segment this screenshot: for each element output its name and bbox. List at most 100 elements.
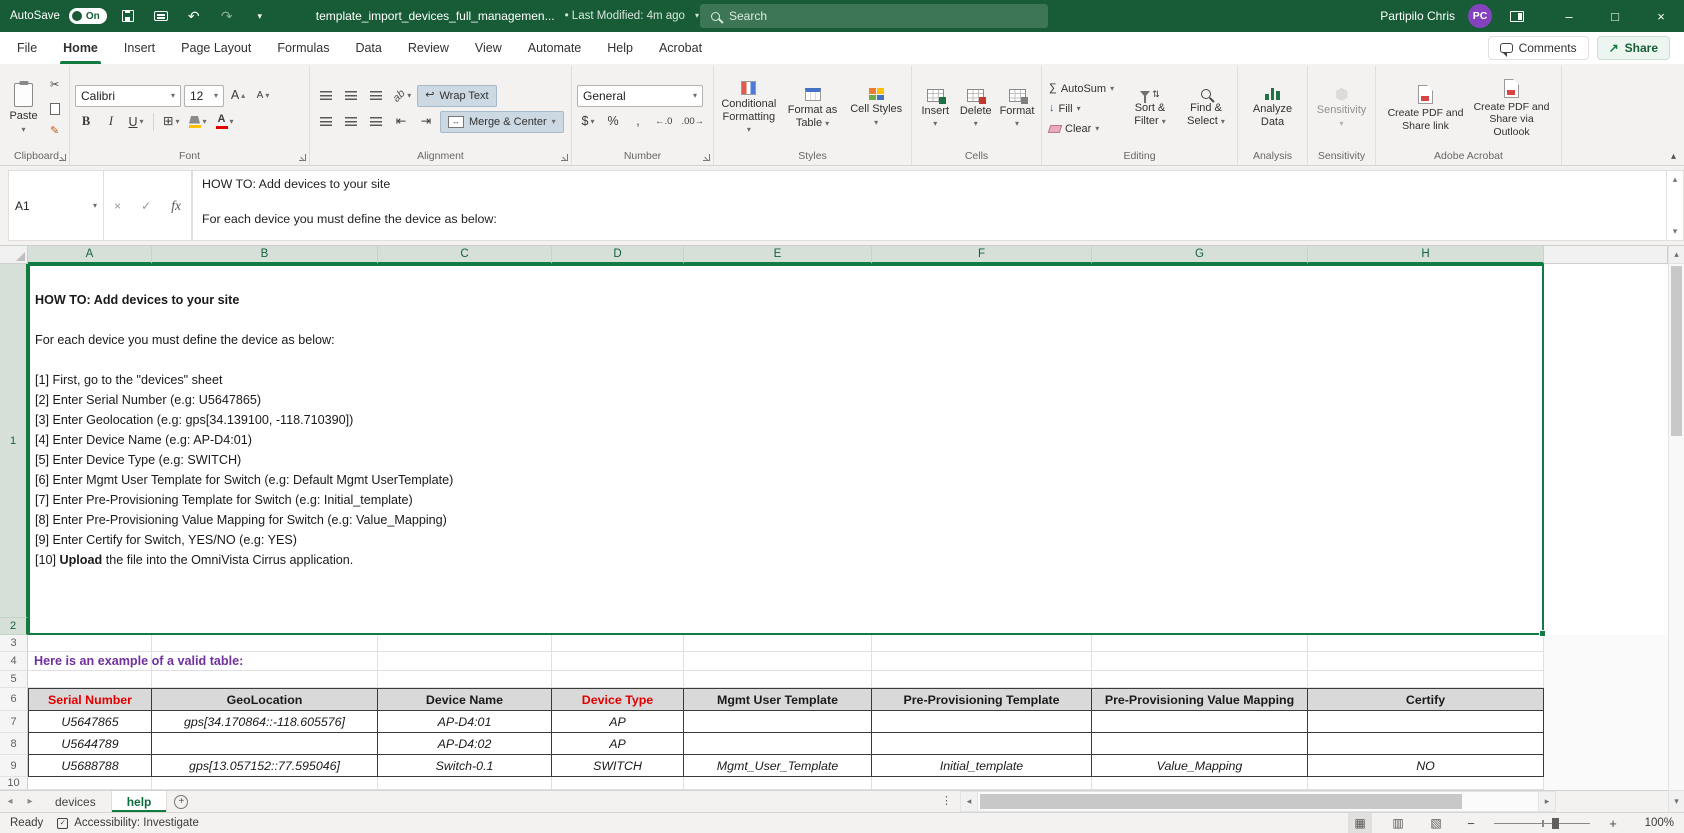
redo-button[interactable]: ↷ xyxy=(215,4,239,28)
alignment-dialog-launcher[interactable] xyxy=(561,154,568,161)
save-button[interactable] xyxy=(116,4,140,28)
cell[interactable] xyxy=(872,652,1092,671)
bold-button[interactable]: B xyxy=(75,111,97,133)
cell[interactable] xyxy=(684,652,872,671)
cell[interactable] xyxy=(152,777,378,790)
ribbon-tab-home[interactable]: Home xyxy=(50,32,111,64)
underline-button[interactable]: U▾ xyxy=(125,111,147,133)
autosave-toggle[interactable]: On xyxy=(69,8,107,24)
decrease-indent-button[interactable]: ⇤ xyxy=(390,111,412,133)
italic-button[interactable]: I xyxy=(100,111,122,133)
zoom-level[interactable]: 100% xyxy=(1636,817,1674,829)
scroll-down-button[interactable]: ▾ xyxy=(1669,790,1684,812)
cell[interactable] xyxy=(552,652,684,671)
copy-button[interactable] xyxy=(44,98,66,120)
cell[interactable]: Value_Mapping xyxy=(1092,755,1308,777)
cell[interactable] xyxy=(152,733,378,755)
name-box[interactable]: A1▾ xyxy=(8,170,104,241)
column-header-h[interactable]: H xyxy=(1308,246,1544,264)
cell[interactable]: Mgmt_User_Template xyxy=(684,755,872,777)
cell-a4[interactable]: Here is an example of a valid table: xyxy=(28,652,152,671)
cut-button[interactable]: ✂ xyxy=(44,75,66,97)
minimize-button[interactable]: – xyxy=(1546,0,1592,32)
column-header-b[interactable]: B xyxy=(152,246,378,264)
share-button[interactable]: ↗Share xyxy=(1597,36,1670,60)
cell[interactable]: Switch-0.1 xyxy=(378,755,552,777)
tabs-scroll-left-button[interactable]: ◂ xyxy=(0,791,20,812)
cell[interactable] xyxy=(152,635,378,652)
cell[interactable] xyxy=(378,635,552,652)
zoom-slider[interactable] xyxy=(1494,813,1590,833)
row-header-6[interactable]: 6 xyxy=(0,688,28,711)
normal-view-button[interactable]: ▦ xyxy=(1348,813,1372,833)
insert-function-button[interactable]: fx xyxy=(171,198,181,214)
cell[interactable] xyxy=(684,635,872,652)
delete-cells-button[interactable]: Delete▾ xyxy=(958,86,995,132)
formula-bar-scroll[interactable]: ▴ ▾ xyxy=(1667,170,1684,241)
align-left-button[interactable] xyxy=(315,111,337,133)
cell[interactable] xyxy=(1092,733,1308,755)
table-header-serial-number[interactable]: Serial Number xyxy=(28,688,152,711)
cell[interactable] xyxy=(872,711,1092,733)
cell[interactable] xyxy=(28,777,152,790)
sheet-tab-help[interactable]: help xyxy=(112,791,168,812)
middle-align-button[interactable] xyxy=(340,85,362,107)
cell[interactable] xyxy=(28,671,152,688)
zoom-out-button[interactable]: − xyxy=(1462,813,1480,833)
ribbon-tab-view[interactable]: View xyxy=(462,32,515,64)
horizontal-scrollbar[interactable]: ◂ ▸ xyxy=(960,791,1556,812)
ribbon-tab-page-layout[interactable]: Page Layout xyxy=(168,32,264,64)
row-header-8[interactable]: 8 xyxy=(0,733,28,755)
customize-qat-button[interactable]: ▾ xyxy=(248,4,272,28)
vertical-scrollbar[interactable]: ▴ ▾ xyxy=(1668,246,1684,812)
cell[interactable] xyxy=(872,777,1092,790)
column-header-e[interactable]: E xyxy=(684,246,872,264)
search-box[interactable]: Search xyxy=(700,4,1048,28)
collapse-ribbon-button[interactable]: ▴ xyxy=(1671,151,1676,162)
last-modified-status[interactable]: • Last Modified: 4m ago xyxy=(565,10,685,22)
ribbon-tab-help[interactable]: Help xyxy=(594,32,646,64)
column-header-f[interactable]: F xyxy=(872,246,1092,264)
formula-input[interactable]: HOW TO: Add devices to your site For eac… xyxy=(192,170,1667,241)
cell[interactable]: AP-D4:01 xyxy=(378,711,552,733)
row-header-5[interactable]: 5 xyxy=(0,671,28,688)
page-break-view-button[interactable]: ▧ xyxy=(1424,813,1448,833)
row-header-10[interactable]: 10 xyxy=(0,777,28,790)
cell[interactable] xyxy=(1308,711,1544,733)
fill-button[interactable]: ↓Fill▾ xyxy=(1047,99,1083,118)
font-name-select[interactable]: Calibri▾ xyxy=(75,85,181,107)
scroll-up-button[interactable]: ▴ xyxy=(1669,246,1684,264)
accounting-format-button[interactable]: $▾ xyxy=(577,111,599,133)
cell[interactable]: AP xyxy=(552,711,684,733)
increase-indent-button[interactable]: ⇥ xyxy=(415,111,437,133)
ribbon-tab-formulas[interactable]: Formulas xyxy=(264,32,342,64)
table-header-device-name[interactable]: Device Name xyxy=(378,688,552,711)
zoom-thumb[interactable] xyxy=(1552,818,1559,829)
page-layout-view-button[interactable]: ▥ xyxy=(1386,813,1410,833)
table-header-geolocation[interactable]: GeoLocation xyxy=(152,688,378,711)
cell[interactable] xyxy=(1092,777,1308,790)
cell[interactable] xyxy=(1092,635,1308,652)
find-select-button[interactable]: Find & Select ▾ xyxy=(1180,86,1232,130)
sort-filter-button[interactable]: ⇅Sort & Filter ▾ xyxy=(1124,87,1176,130)
font-color-button[interactable]: A▾ xyxy=(213,111,237,133)
column-header-g[interactable]: G xyxy=(1092,246,1308,264)
row-header-1[interactable]: 1 xyxy=(0,264,28,618)
tabs-scroll-right-button[interactable]: ▸ xyxy=(20,791,40,812)
cell[interactable]: SWITCH xyxy=(552,755,684,777)
align-right-button[interactable] xyxy=(365,111,387,133)
borders-button[interactable]: ⊞▾ xyxy=(160,111,183,133)
enter-button[interactable]: ✓ xyxy=(141,199,151,213)
new-sheet-button[interactable]: + xyxy=(167,791,195,812)
font-size-select[interactable]: 12▾ xyxy=(184,85,224,107)
cell[interactable] xyxy=(1308,635,1544,652)
cell[interactable] xyxy=(378,671,552,688)
cell[interactable] xyxy=(552,777,684,790)
row-header-4[interactable]: 4 xyxy=(0,652,28,671)
cell[interactable]: gps[13.057152::77.595046] xyxy=(152,755,378,777)
cell[interactable] xyxy=(684,711,872,733)
cell[interactable] xyxy=(378,777,552,790)
font-dialog-launcher[interactable] xyxy=(299,154,306,161)
cell[interactable] xyxy=(684,671,872,688)
format-cells-button[interactable]: Format▾ xyxy=(998,86,1036,132)
